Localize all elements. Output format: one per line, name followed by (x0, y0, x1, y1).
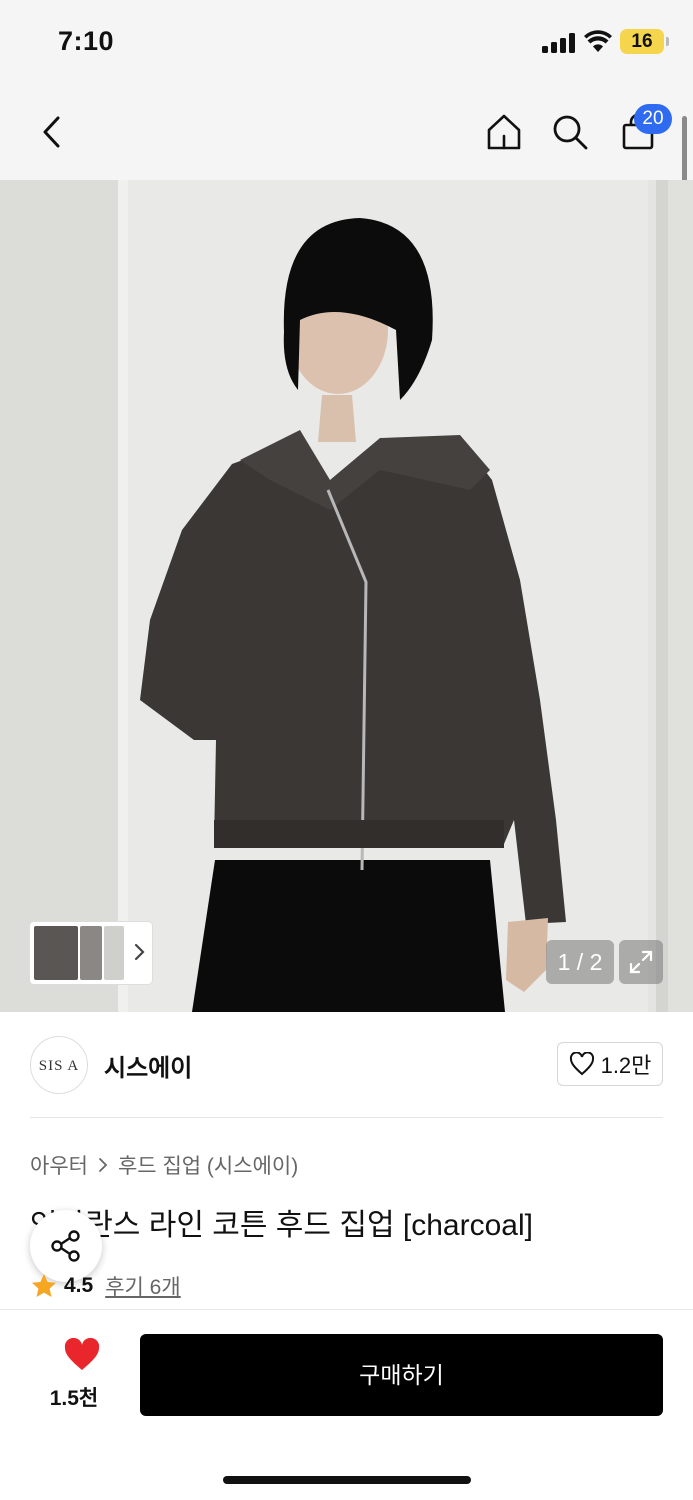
expand-icon (629, 950, 653, 974)
chevron-right-icon (99, 1158, 108, 1172)
brand-like-count: 1.2만 (600, 1053, 652, 1078)
thumbnail-image[interactable] (104, 926, 124, 980)
heart-outline-icon (569, 1052, 594, 1076)
divider (30, 1117, 663, 1118)
chevron-left-icon (43, 116, 60, 148)
back-button[interactable] (28, 108, 76, 156)
image-page-indicator: 1 / 2 (546, 940, 614, 984)
home-button[interactable] (480, 108, 528, 156)
expand-button[interactable] (619, 940, 663, 984)
heart-filled-icon (64, 1337, 99, 1370)
brand-row[interactable]: SIS A 시스에이 1.2만 (30, 1034, 663, 1096)
bottom-action-bar: 1.5천 구매하기 (0, 1309, 693, 1500)
brand-logo[interactable]: SIS A (30, 1036, 88, 1094)
star-icon (32, 1274, 56, 1297)
home-indicator (223, 1476, 471, 1484)
rating-value: 4.5 (64, 1274, 94, 1297)
product-photo (0, 180, 693, 1012)
thumbnail-image[interactable] (80, 926, 102, 980)
thumbnail-image[interactable] (34, 926, 78, 980)
breadcrumb-category[interactable]: 아우터 (30, 1150, 88, 1180)
status-time: 7:10 (58, 26, 115, 56)
breadcrumb-subcategory[interactable]: 후드 집업 (시스에이) (118, 1150, 298, 1180)
search-button[interactable] (546, 108, 594, 156)
battery-indicator: 16 (620, 29, 669, 54)
rating-row: 4.5 후기 6개 (30, 1271, 181, 1301)
brand-name[interactable]: 시스에이 (104, 1048, 192, 1083)
review-link[interactable]: 후기 6개 (105, 1271, 180, 1301)
search-icon (553, 115, 588, 150)
status-bar: 7:10 16 (0, 0, 693, 84)
cart-count-badge: 20 (634, 104, 672, 134)
share-icon (51, 1230, 80, 1262)
cellular-signal-icon (542, 33, 576, 53)
home-icon (487, 114, 521, 150)
breadcrumb: 아우터 후드 집업 (시스에이) (30, 1150, 298, 1180)
wishlist-count: 1.5천 (49, 1387, 99, 1410)
thumbnail-strip[interactable] (30, 922, 152, 984)
buy-button[interactable]: 구매하기 (140, 1334, 663, 1416)
wishlist-button[interactable]: 1.5천 (40, 1337, 108, 1410)
product-title: 언발란스 라인 코튼 후드 집업 [charcoal] (30, 1209, 533, 1242)
top-navigation (0, 84, 693, 180)
wifi-icon (584, 30, 612, 52)
chevron-right-icon (134, 943, 145, 961)
product-image-gallery[interactable]: 1 / 2 (0, 180, 693, 1012)
brand-like-button[interactable]: 1.2만 (557, 1042, 663, 1086)
